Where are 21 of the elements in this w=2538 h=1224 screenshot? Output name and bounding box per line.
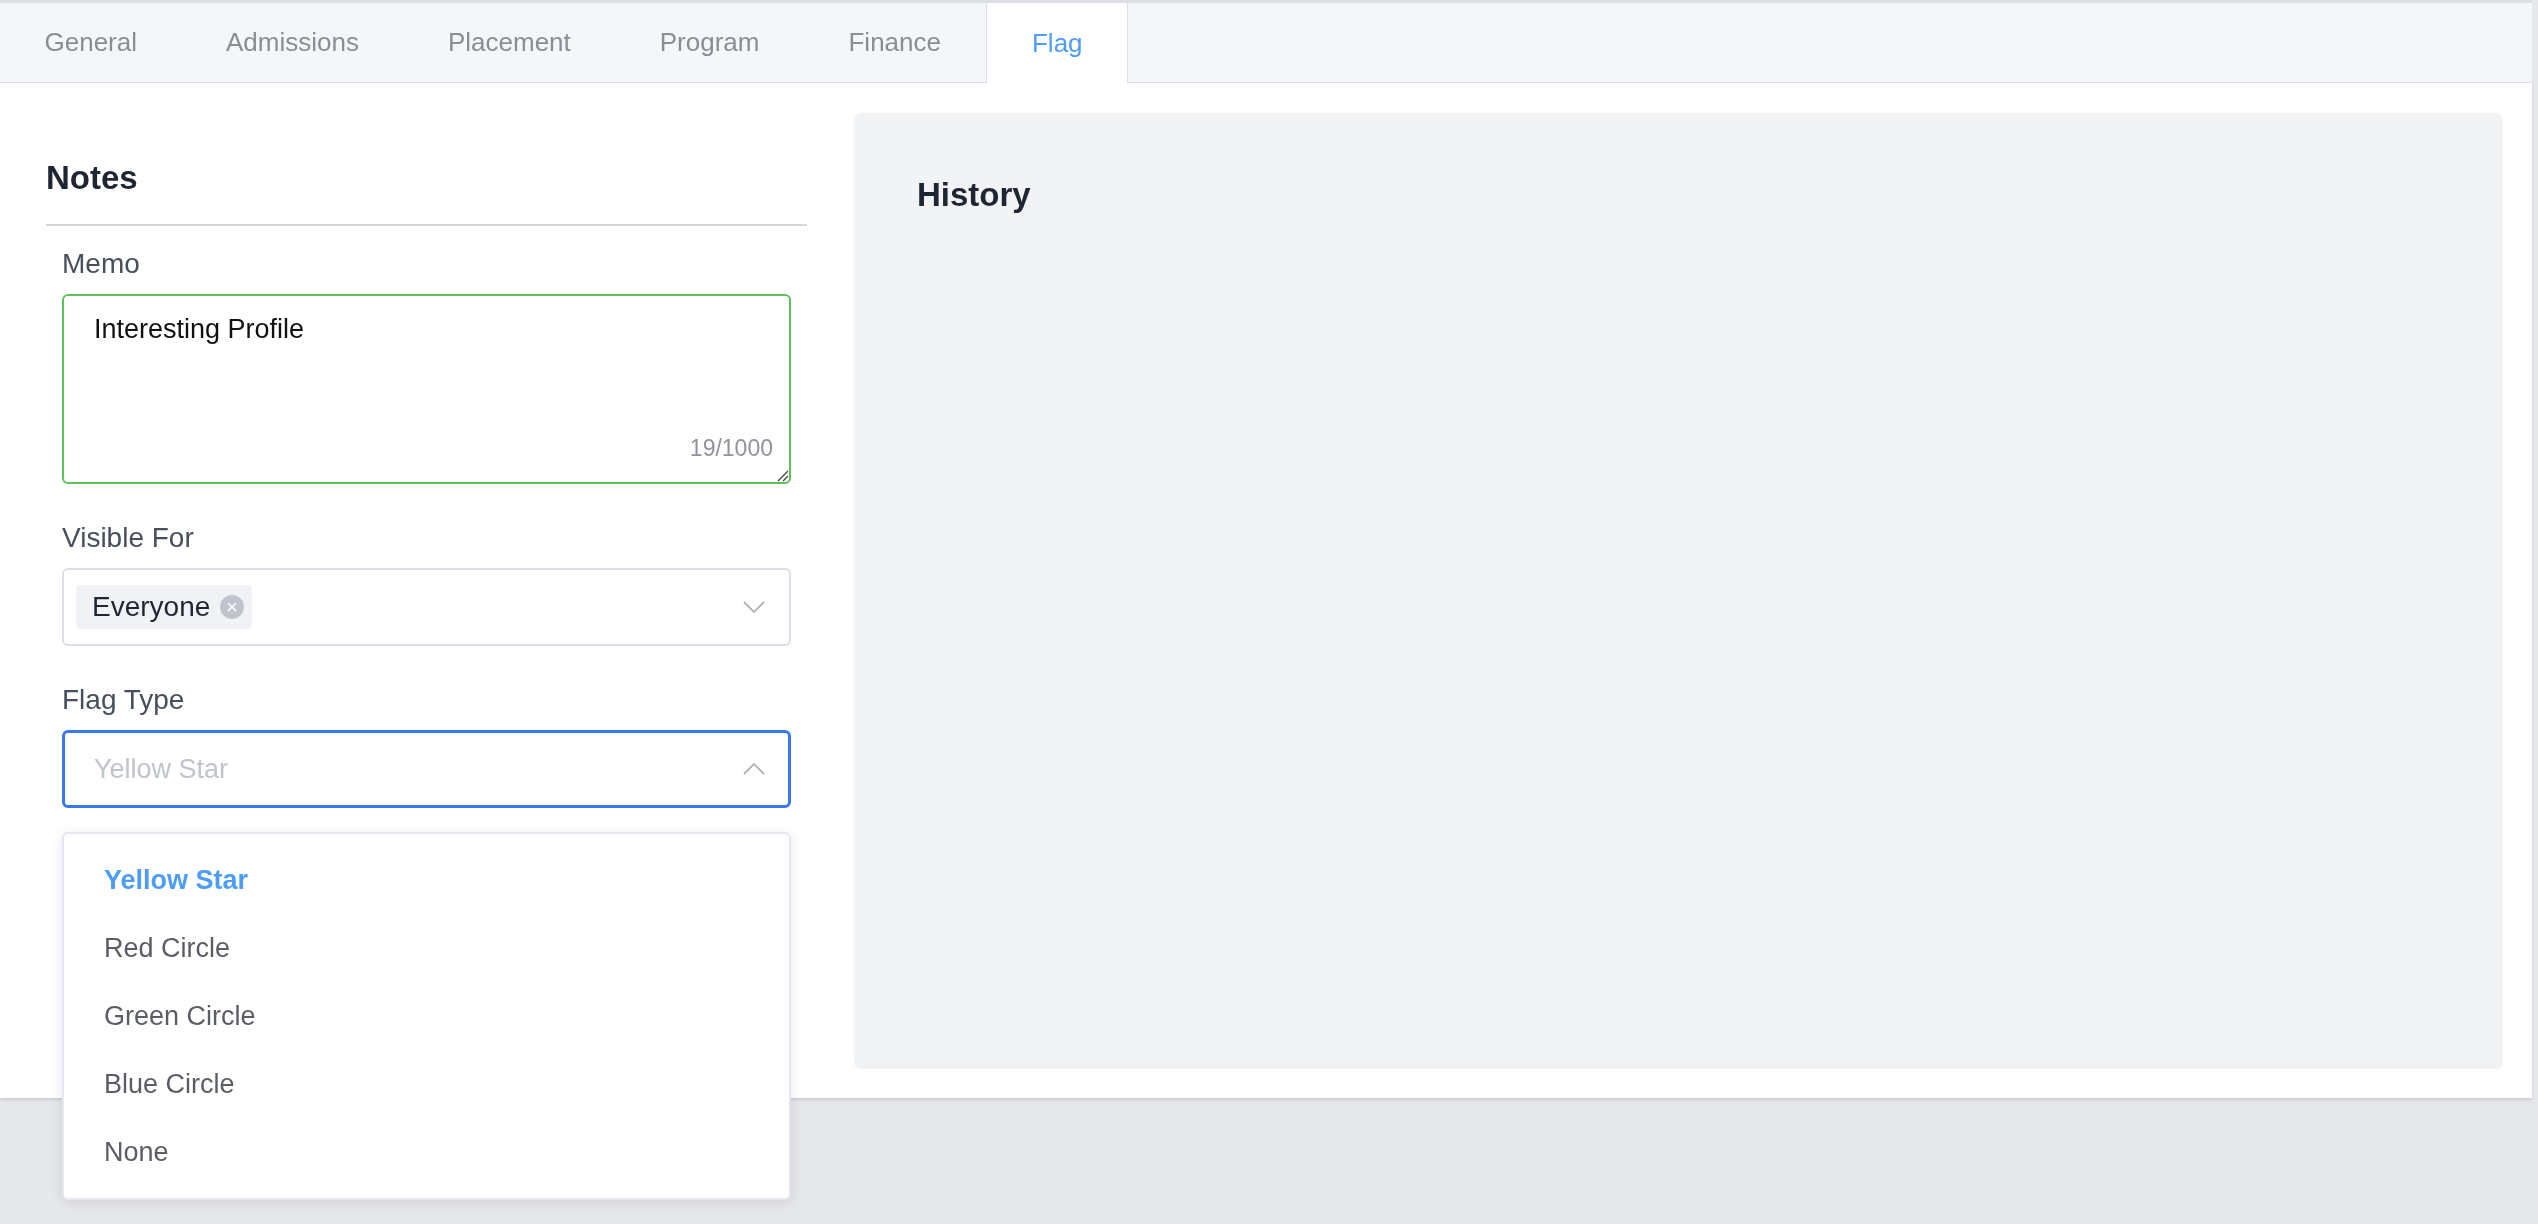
tab[interactable]: Placement — [403, 3, 616, 82]
field-label: Memo — [62, 248, 141, 280]
dropdown-option[interactable]: Yellow Star — [64, 846, 789, 914]
tab[interactable]: Admissions — [181, 3, 404, 82]
tab[interactable]: Program — [615, 3, 804, 82]
tab[interactable]: Flag — [986, 3, 1129, 83]
tab[interactable]: Finance — [804, 3, 986, 82]
dropdown-option[interactable]: Green Circle — [64, 982, 789, 1050]
dropdown-option[interactable]: Blue Circle — [64, 1050, 789, 1118]
tag-label: Everyone — [92, 591, 211, 623]
field-label: Flag Type — [62, 684, 186, 716]
field-label: Visible For — [62, 522, 195, 554]
dropdown-option[interactable]: None — [64, 1118, 789, 1186]
section-title: History — [917, 175, 1032, 215]
tab[interactable]: General — [0, 3, 182, 82]
char-counter: 19/1000 — [689, 435, 773, 462]
multi-select-field[interactable]: Everyone — [62, 568, 791, 646]
select-field[interactable]: Yellow Star — [62, 730, 791, 808]
dropdown-option[interactable]: Red Circle — [64, 914, 789, 982]
section-title: Notes — [46, 158, 139, 198]
resize-grip-icon[interactable] — [777, 470, 789, 482]
